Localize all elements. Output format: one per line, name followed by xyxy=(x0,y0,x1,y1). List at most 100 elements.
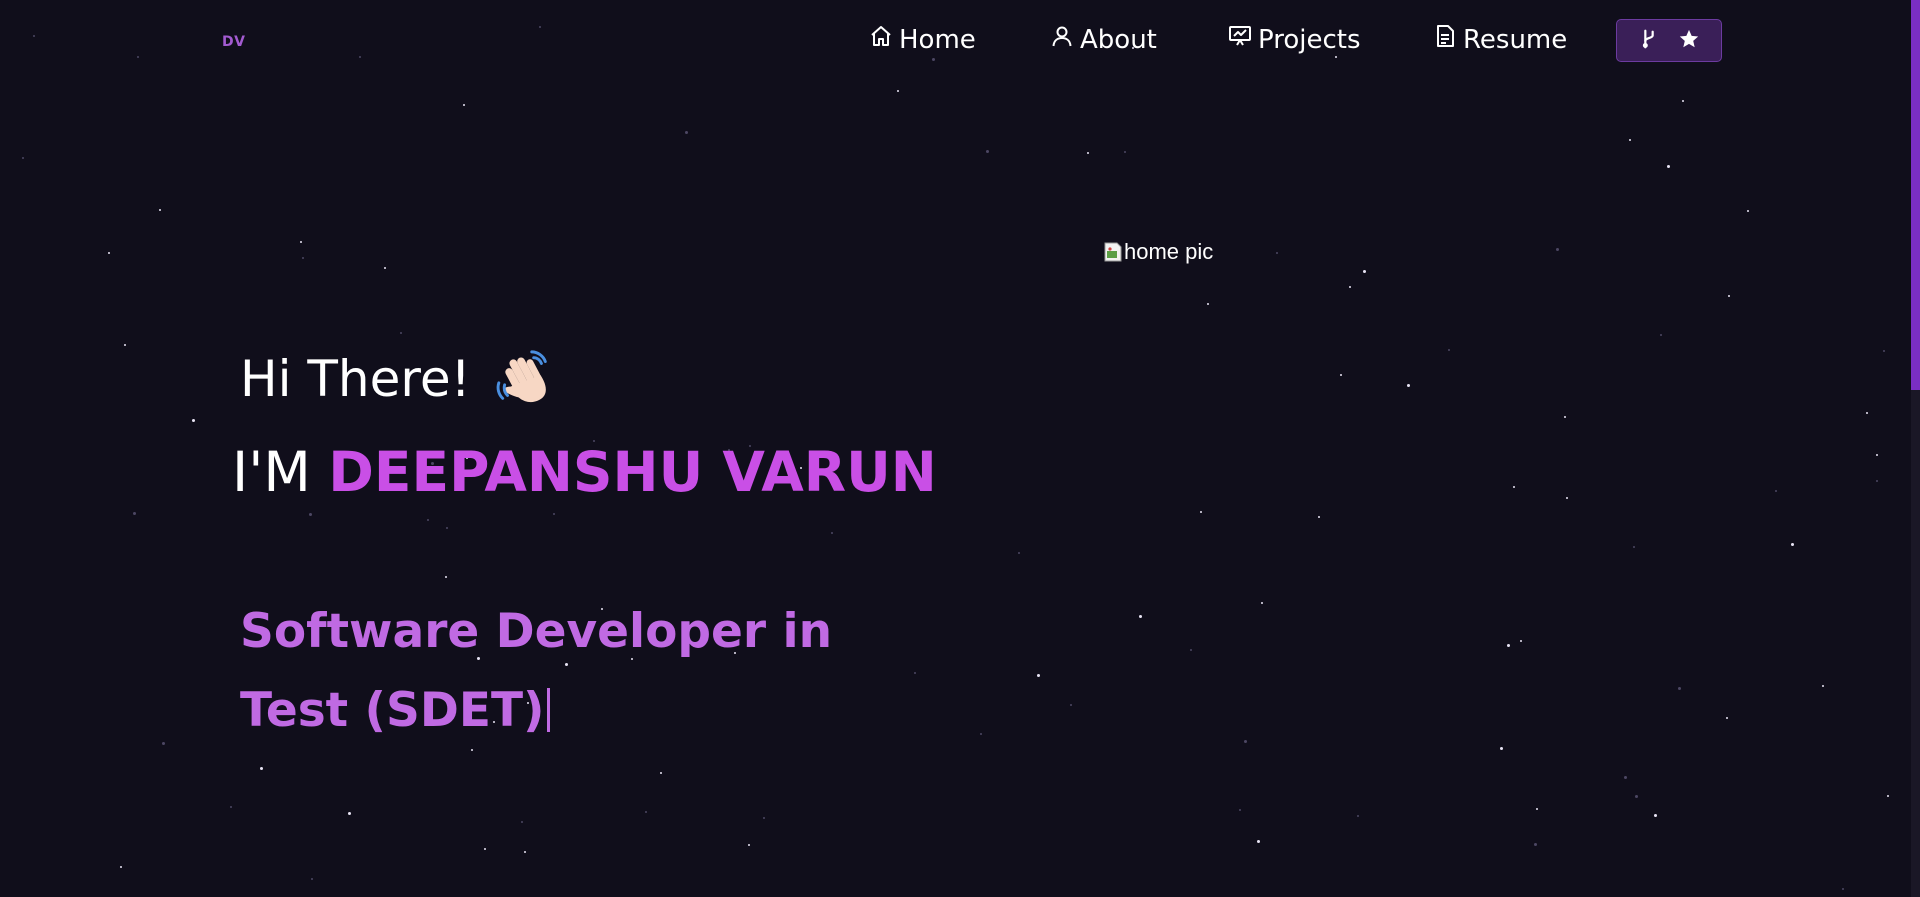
star-dot xyxy=(446,527,448,529)
broken-image-icon xyxy=(1104,242,1122,262)
star-dot xyxy=(427,519,429,521)
star-dot xyxy=(1513,486,1515,488)
nav-resume[interactable]: Resume xyxy=(1433,24,1567,55)
star-dot xyxy=(1018,552,1020,554)
star-icon xyxy=(1678,28,1700,54)
star-dot xyxy=(309,513,312,516)
star-dot xyxy=(1564,416,1566,418)
star-dot xyxy=(1363,270,1366,273)
star-dot xyxy=(1507,644,1510,647)
star-dot xyxy=(230,806,232,808)
scrollbar-track[interactable] xyxy=(1911,0,1920,897)
star-dot xyxy=(1775,490,1777,492)
home-icon xyxy=(869,24,893,55)
intro-text: I'M xyxy=(232,440,311,504)
star-dot xyxy=(1536,808,1538,810)
greeting-text: Hi There! xyxy=(240,350,471,408)
star-dot xyxy=(645,811,647,813)
star-dot xyxy=(1534,843,1537,846)
star-dot xyxy=(1635,795,1638,798)
nav-about[interactable]: About xyxy=(1050,24,1157,55)
typewriter-cursor xyxy=(546,688,550,732)
star-dot xyxy=(1822,685,1824,687)
home-pic-alt-text: home pic xyxy=(1124,239,1214,264)
star-dot xyxy=(1239,809,1241,811)
star-dot xyxy=(463,104,465,106)
fork-icon xyxy=(1638,28,1660,54)
star-dot xyxy=(1448,349,1450,351)
star-dot xyxy=(1566,497,1568,499)
star-dot xyxy=(986,150,989,153)
star-dot xyxy=(1624,776,1627,779)
github-fork-star-button[interactable] xyxy=(1616,19,1722,62)
star-dot xyxy=(302,257,304,259)
star-dot xyxy=(748,844,750,846)
star-dot xyxy=(1728,295,1730,297)
star-dot xyxy=(1682,100,1684,102)
star-dot xyxy=(260,767,263,770)
star-dot xyxy=(685,131,688,134)
star-dot xyxy=(120,866,122,868)
name-heading: I'M DEEPANSHU VARUN xyxy=(232,440,937,504)
star-dot xyxy=(1257,840,1260,843)
nav-projects-label: Projects xyxy=(1258,24,1361,55)
typewriter-role: Software Developer in Test (SDET) xyxy=(240,592,880,750)
star-dot xyxy=(484,848,486,850)
star-dot xyxy=(1887,795,1889,797)
greeting-heading: Hi There! xyxy=(240,348,555,410)
star-dot xyxy=(1357,815,1359,817)
star-dot xyxy=(1261,602,1263,604)
star-dot xyxy=(1520,640,1522,642)
scrollbar-thumb[interactable] xyxy=(1911,0,1920,390)
presentation-icon xyxy=(1228,24,1252,55)
star-dot xyxy=(1629,139,1631,141)
star-dot xyxy=(521,821,523,823)
star-dot xyxy=(1407,384,1410,387)
star-dot xyxy=(1866,412,1868,414)
star-dot xyxy=(763,817,765,819)
star-dot xyxy=(1087,152,1089,154)
star-dot xyxy=(660,772,662,774)
star-dot xyxy=(1349,286,1351,288)
person-name: DEEPANSHU VARUN xyxy=(328,440,937,504)
nav-resume-label: Resume xyxy=(1463,24,1568,55)
star-dot xyxy=(1070,704,1072,706)
star-dot xyxy=(348,812,351,815)
star-dot xyxy=(1139,615,1142,618)
star-dot xyxy=(1244,740,1247,743)
star-dot xyxy=(192,419,195,422)
home-pic-image: home pic xyxy=(1104,239,1213,265)
star-dot xyxy=(1660,334,1662,336)
star-dot xyxy=(300,241,302,243)
star-dot xyxy=(384,267,386,269)
star-dot xyxy=(22,157,24,159)
star-dot xyxy=(1747,210,1749,212)
role-text: Software Developer in Test (SDET) xyxy=(240,604,833,738)
star-dot xyxy=(1200,511,1202,513)
star-dot xyxy=(553,513,555,515)
star-dot xyxy=(914,672,916,674)
star-dot xyxy=(1276,252,1278,254)
star-dot xyxy=(1876,454,1878,456)
star-dot xyxy=(1883,350,1885,352)
star-dot xyxy=(1667,165,1670,168)
star-dot xyxy=(1876,480,1878,482)
star-dot xyxy=(1842,888,1844,890)
star-dot xyxy=(980,733,982,735)
star-dot xyxy=(1207,303,1209,305)
star-dot xyxy=(108,252,110,254)
document-icon xyxy=(1433,24,1457,55)
star-dot xyxy=(133,512,136,515)
star-dot xyxy=(1726,717,1728,719)
star-dot xyxy=(159,209,161,211)
nav-projects[interactable]: Projects xyxy=(1228,24,1361,55)
star-dot xyxy=(1633,546,1635,548)
star-dot xyxy=(1654,814,1657,817)
brand-logo[interactable]: DV xyxy=(222,34,245,50)
star-dot xyxy=(311,878,313,880)
star-dot xyxy=(1556,248,1559,251)
nav-home[interactable]: Home xyxy=(869,24,976,55)
star-dot xyxy=(162,742,165,745)
navbar: DV Home About Projects Resume xyxy=(0,0,1920,84)
star-dot xyxy=(1124,151,1126,153)
